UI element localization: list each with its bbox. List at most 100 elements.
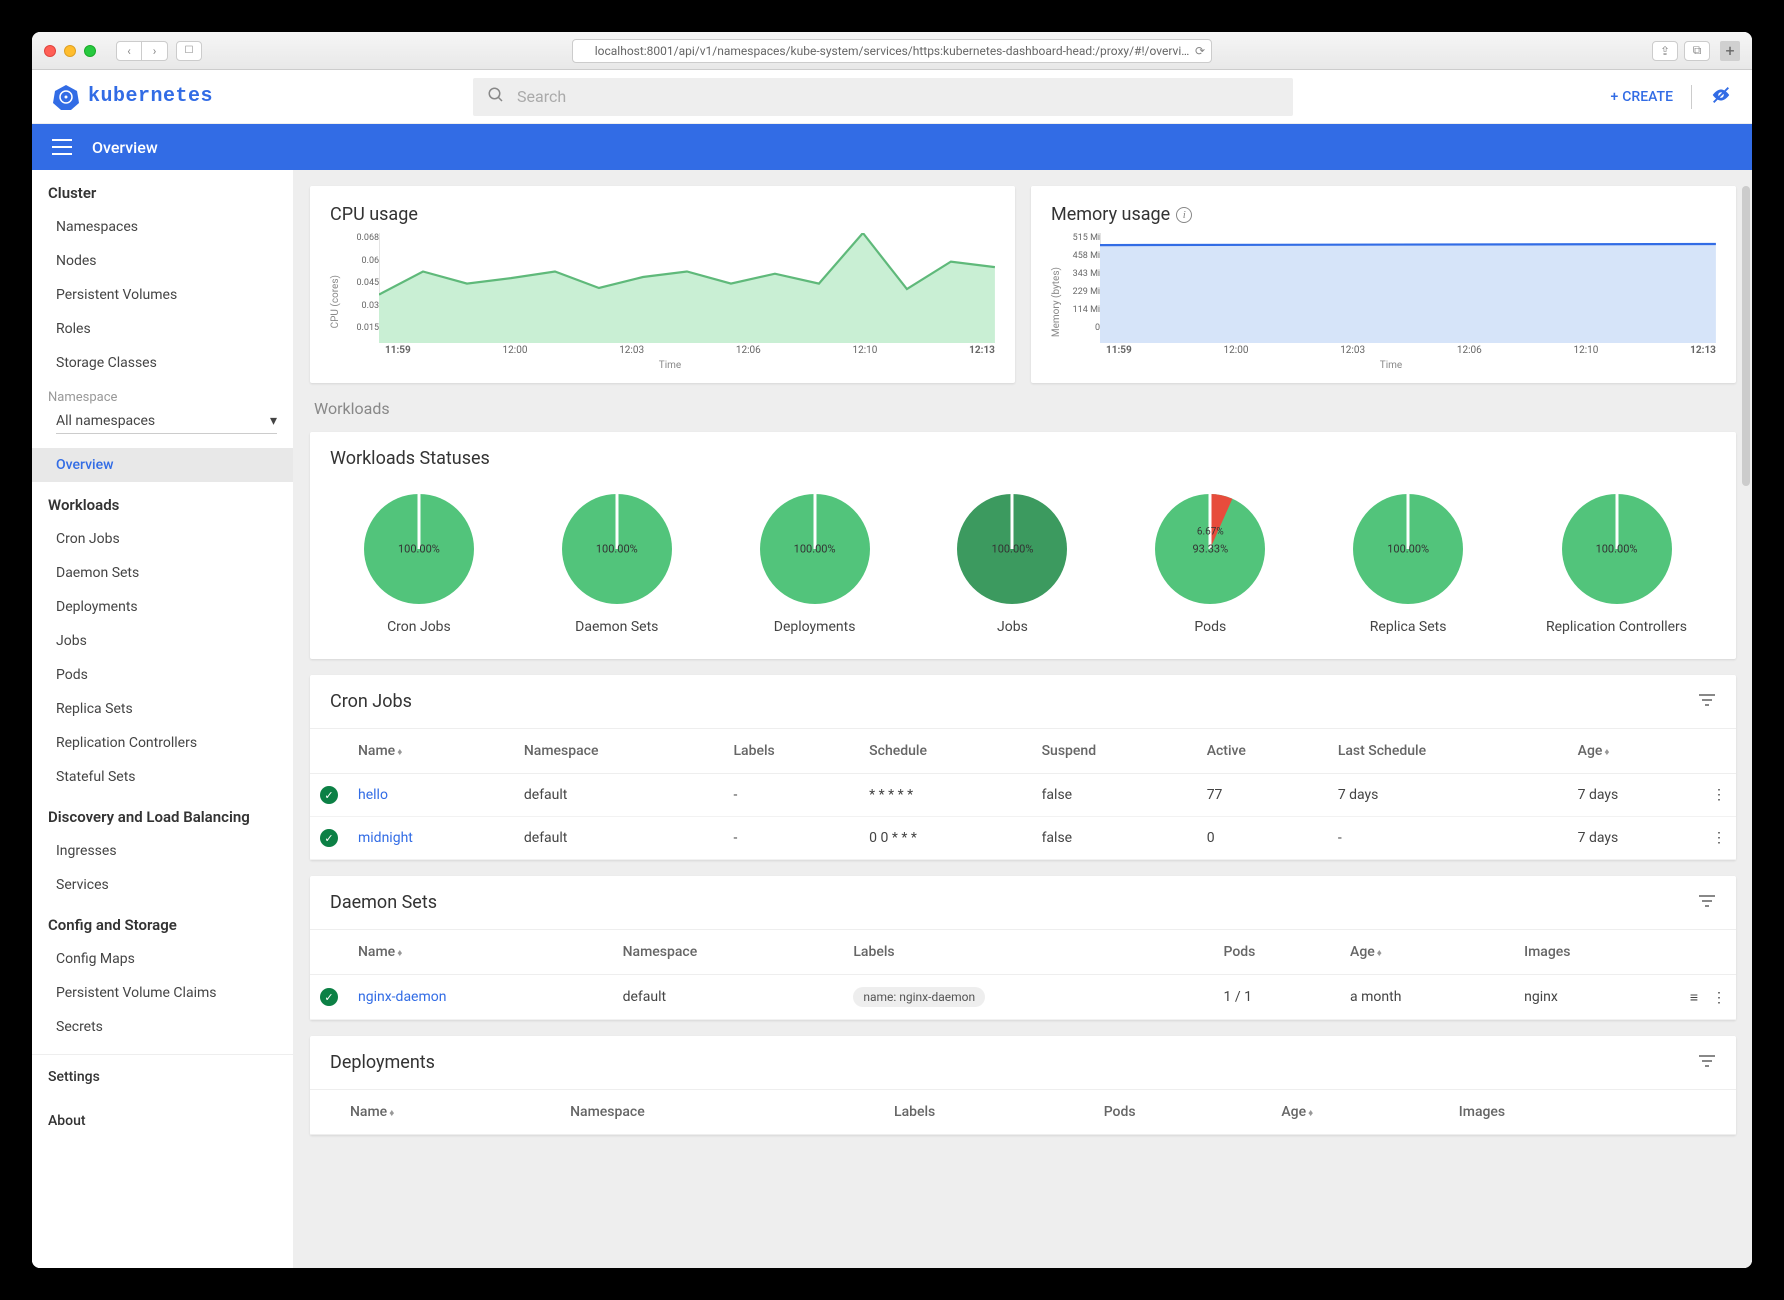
cell-age: a month [1340,975,1514,1020]
sidebar-item-replica-sets[interactable]: Replica Sets [32,692,293,726]
col-images[interactable]: Images [1449,1090,1676,1135]
sidebar-item-persistent-volumes[interactable]: Persistent Volumes [32,278,293,312]
filter-icon[interactable] [1698,892,1716,913]
col-schedule[interactable]: Schedule [859,729,1031,774]
col-active[interactable]: Active [1197,729,1328,774]
status-item[interactable]: 100.00% Daemon Sets [557,489,677,635]
visibility-off-icon[interactable] [1710,84,1732,110]
sidebar-item-config-maps[interactable]: Config Maps [32,942,293,976]
col-age[interactable]: Age♦ [1568,729,1702,774]
col-namespace[interactable]: Namespace [514,729,724,774]
col-labels[interactable]: Labels [884,1090,1094,1135]
status-donut: 100.00% [755,489,875,609]
cell-last: 7 days [1328,774,1568,817]
search-icon [487,86,505,108]
sidebar-item-roles[interactable]: Roles [32,312,293,346]
create-button[interactable]: + CREATE [1610,89,1673,105]
col-age[interactable]: Age♦ [1271,1090,1448,1135]
col-images[interactable]: Images [1514,930,1676,975]
row-menu-icon[interactable]: ⋮ [1712,990,1726,1006]
logo[interactable]: kubernetes [52,83,213,111]
scrollbar[interactable] [1742,186,1750,486]
cell-suspend: false [1032,817,1197,860]
sidebar-item-namespaces[interactable]: Namespaces [32,210,293,244]
sidebar-item-about[interactable]: About [32,1099,293,1143]
row-menu-icon[interactable]: ⋮ [1702,817,1736,860]
content: CPU usage CPU (cores) 0.068 0.06 0.045 0… [294,170,1752,1268]
resource-link[interactable]: nginx-daemon [358,989,446,1005]
status-item[interactable]: 100.00% Cron Jobs [359,489,479,635]
add-tab-button[interactable]: + [1720,41,1740,61]
search-input[interactable]: Search [473,78,1293,116]
status-name: Daemon Sets [575,619,658,635]
filter-icon[interactable] [1698,691,1716,712]
sidebar-item-jobs[interactable]: Jobs [32,624,293,658]
sidebar-item-overview[interactable]: Overview [32,448,293,482]
col-name[interactable]: Name♦ [348,729,514,774]
nav-back-button[interactable]: ‹ [116,41,142,61]
sidebar-item-settings[interactable]: Settings [32,1055,293,1099]
col-suspend[interactable]: Suspend [1032,729,1197,774]
col-namespace[interactable]: Namespace [560,1090,884,1135]
sidebar-item-pvc[interactable]: Persistent Volume Claims [32,976,293,1010]
sidebar-item-stateful-sets[interactable]: Stateful Sets [32,760,293,794]
status-ok-icon: ✓ [320,786,338,804]
col-name[interactable]: Name♦ [340,1090,560,1135]
sidebar-section-cluster: Cluster [32,170,293,210]
status-name: Jobs [997,619,1028,635]
workloads-statuses-title: Workloads Statuses [330,448,1716,469]
col-pods[interactable]: Pods [1094,1090,1272,1135]
status-ok-icon: ✓ [320,829,338,847]
sidebar-toggle-button[interactable]: ☐ [176,41,202,61]
status-item[interactable]: 6.67% 93.33% Pods [1150,489,1270,635]
col-labels[interactable]: Labels [843,930,1213,975]
share-icon[interactable]: ⇪ [1652,41,1678,61]
status-item[interactable]: 100.00% Replication Controllers [1546,489,1687,635]
cell-namespace: default [514,817,724,860]
info-icon[interactable]: i [1176,207,1192,223]
sidebar-item-secrets[interactable]: Secrets [32,1010,293,1044]
table-row[interactable]: ✓ nginx-daemon default name: nginx-daemo… [310,975,1736,1020]
url-bar[interactable]: localhost:8001/api/v1/namespaces/kube-sy… [572,39,1212,63]
nav-forward-button[interactable]: › [142,41,168,61]
col-name[interactable]: Name♦ [348,930,613,975]
menu-icon[interactable] [52,139,72,155]
window-minimize-icon[interactable] [64,45,76,57]
logs-icon[interactable]: ≡ [1690,990,1698,1006]
sidebar-item-pods[interactable]: Pods [32,658,293,692]
window-maximize-icon[interactable] [84,45,96,57]
table-row[interactable]: ✓ midnight default - 0 0 * * * false 0 -… [310,817,1736,860]
table-row[interactable]: ✓ hello default - * * * * * false 77 7 d… [310,774,1736,817]
status-item[interactable]: 100.00% Jobs [952,489,1072,635]
cpu-chart [379,233,995,343]
sidebar-item-ingresses[interactable]: Ingresses [32,834,293,868]
col-labels[interactable]: Labels [723,729,859,774]
namespace-select[interactable]: All namespaces ▾ [56,413,277,434]
status-ok-icon: ✓ [320,988,338,1006]
sidebar-item-services[interactable]: Services [32,868,293,902]
col-namespace[interactable]: Namespace [613,930,844,975]
resource-link[interactable]: hello [358,787,388,803]
daemonsets-table: Name♦ Namespace Labels Pods Age♦ Images … [310,930,1736,1020]
col-last-schedule[interactable]: Last Schedule [1328,729,1568,774]
sidebar-item-nodes[interactable]: Nodes [32,244,293,278]
sidebar: Cluster Namespaces Nodes Persistent Volu… [32,170,294,1268]
status-item[interactable]: 100.00% Replica Sets [1348,489,1468,635]
sidebar-item-storage-classes[interactable]: Storage Classes [32,346,293,380]
col-age[interactable]: Age♦ [1340,930,1514,975]
row-menu-icon[interactable]: ⋮ [1702,774,1736,817]
sidebar-item-deployments[interactable]: Deployments [32,590,293,624]
sidebar-item-daemon-sets[interactable]: Daemon Sets [32,556,293,590]
tabs-icon[interactable]: ⧉ [1684,41,1710,61]
status-pct: 100.00% [398,543,440,556]
window-close-icon[interactable] [44,45,56,57]
resource-link[interactable]: midnight [358,830,413,846]
status-item[interactable]: 100.00% Deployments [755,489,875,635]
col-pods[interactable]: Pods [1214,930,1341,975]
sidebar-item-replication-controllers[interactable]: Replication Controllers [32,726,293,760]
sidebar-item-cron-jobs[interactable]: Cron Jobs [32,522,293,556]
refresh-icon[interactable]: ⟳ [1195,44,1205,58]
chevron-down-icon: ▾ [270,413,277,429]
filter-icon[interactable] [1698,1052,1716,1073]
cpu-y-label: CPU (cores) [330,275,341,328]
